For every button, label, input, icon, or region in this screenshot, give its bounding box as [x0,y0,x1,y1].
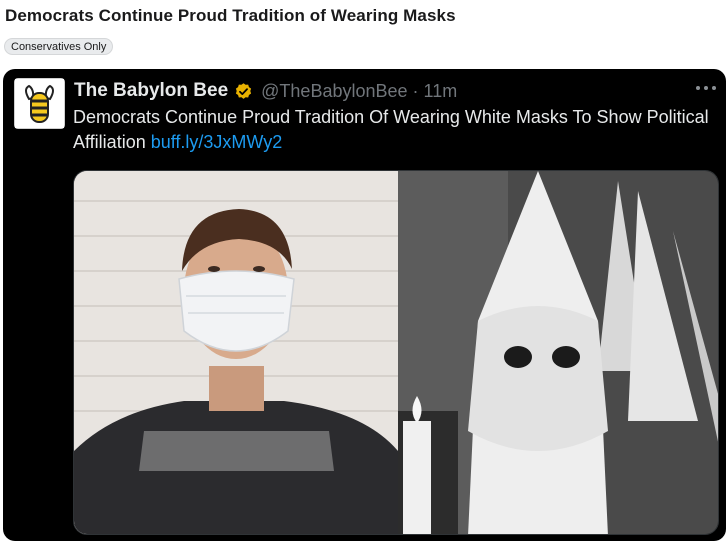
tweet-link[interactable]: buff.ly/3JxMWy2 [151,132,283,152]
display-name[interactable]: The Babylon Bee [74,80,228,102]
separator-dot: · [412,80,419,101]
hooded-figure-image[interactable] [398,171,718,534]
masked-man-image[interactable] [74,171,398,534]
post-title[interactable]: Democrats Continue Proud Tradition of We… [5,6,456,26]
bee-logo-icon [15,79,64,128]
tweet-text: Democrats Continue Proud Tradition Of We… [73,105,713,155]
verified-badge-icon [236,82,252,99]
handle[interactable]: @TheBabylonBee [261,81,407,102]
flair-badge[interactable]: Conservatives Only [4,38,114,55]
tweet-media[interactable] [73,170,719,535]
tweet-header: The Babylon Bee @TheBabylonBee · 11m [74,79,457,103]
hooded-figure-illustration [398,171,718,534]
timestamp[interactable]: 11m [424,81,458,102]
more-horizontal-icon[interactable] [696,85,716,91]
avatar[interactable] [14,78,65,129]
masked-man-illustration [74,171,398,534]
tweet-card[interactable]: The Babylon Bee @TheBabylonBee · 11m Dem… [3,69,726,541]
